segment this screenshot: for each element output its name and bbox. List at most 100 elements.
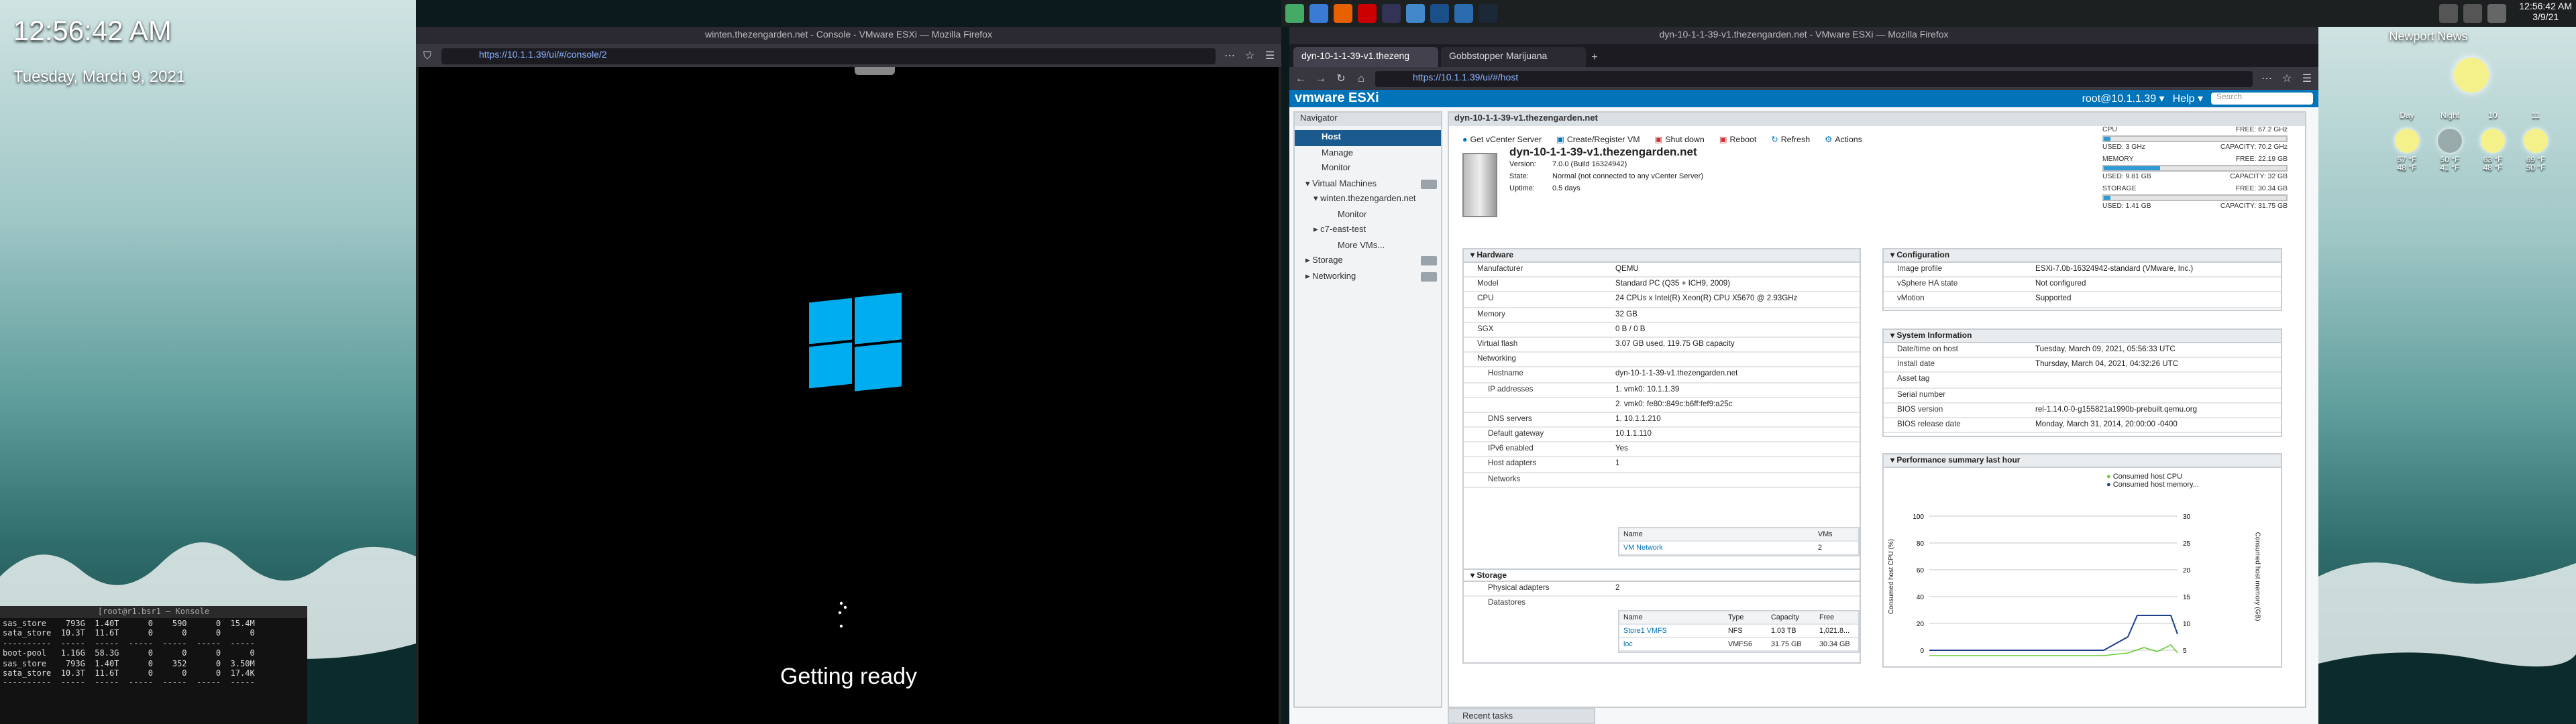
resource-meter: CPU FREE: 67.2 GHz USED: 3 GHz CAPACITY: 70… — [2102, 126, 2288, 152]
tab-gobbstopper[interactable]: Gobbstopper Marijuana — [1441, 47, 1586, 67]
storage-title[interactable]: ▾ Storage — [1464, 568, 1860, 582]
nav-monitor[interactable]: Monitor — [1295, 161, 1441, 176]
resource-free: FREE: 67.2 GHz — [2235, 126, 2288, 134]
bookmark-star-icon[interactable]: ☆ — [1244, 50, 1256, 62]
help-menu[interactable]: Help ▾ — [2173, 93, 2203, 105]
weather-day-label: Night — [2440, 113, 2459, 121]
navigator-panel[interactable]: Navigator Host Manage Monitor ▾ Virtual … — [1293, 111, 1442, 708]
recent-tasks-tab[interactable]: Recent tasks — [1448, 708, 1595, 724]
host-uptime: 0.5 days — [1552, 185, 1580, 193]
row-key: Manufacturer — [1477, 265, 1523, 274]
nav-vm-c7[interactable]: ▸ c7-east-test — [1295, 223, 1441, 238]
console-toolbar-tab[interactable] — [855, 67, 895, 75]
reload-icon[interactable]: ↻ — [1335, 72, 1347, 84]
resource-capacity: CAPACITY: 32 GB — [2230, 173, 2288, 181]
volume-icon[interactable] — [2487, 4, 2506, 23]
app-icon[interactable] — [1406, 4, 1425, 23]
launcher-icon[interactable] — [1285, 4, 1304, 23]
y-tick-left: 80 — [1917, 540, 1925, 548]
nav-storage[interactable]: ▸ Storage — [1295, 253, 1441, 269]
configuration-title[interactable]: ▾ Configuration — [1884, 249, 2281, 263]
console-window-title: winten.thezengarden.net - Console - VMwa… — [416, 27, 1281, 44]
info-row: 2. vmk0: fe80::849c:b6ff:fef9:a25c — [1464, 398, 1860, 413]
weather-main-sun-icon — [2454, 58, 2489, 93]
back-icon[interactable]: ← — [1295, 72, 1307, 84]
perf-legend: ● Consumed host CPU ● Consumed host memo… — [2106, 473, 2199, 489]
reboot-button[interactable]: ▣ Reboot — [1719, 135, 1757, 145]
search-input[interactable]: Search — [2211, 93, 2313, 105]
y-tick-left: 0 — [1920, 648, 1924, 655]
nav-virtual-machines[interactable]: ▾ Virtual Machines — [1295, 176, 1441, 192]
system-info-title[interactable]: ▾ System Information — [1884, 330, 2281, 343]
info-row: Virtual flash 3.07 GB used, 119.75 GB cap… — [1464, 338, 1860, 353]
new-tab-icon[interactable]: + — [1589, 51, 1601, 63]
info-row: Manufacturer QEMU — [1464, 263, 1860, 278]
home-icon[interactable]: ⌂ — [1355, 72, 1367, 84]
weather-day-label: 11 — [2531, 113, 2540, 121]
y-tick-right: 15 — [2183, 594, 2191, 601]
bookmark-star-icon[interactable]: ☆ — [2281, 72, 2293, 84]
weather-lo: 50 °F — [2526, 165, 2546, 173]
row-key: Networking — [1477, 355, 1516, 364]
row-key: DNS servers — [1488, 415, 1532, 424]
host-toolbar: ● Get vCenter Server ▣ Create/Register VM … — [1462, 135, 1862, 145]
weather-sun-icon — [2481, 129, 2505, 153]
nav-networking[interactable]: ▸ Networking — [1295, 269, 1441, 284]
row-key: vMotion — [1897, 295, 1925, 304]
vm-network-link[interactable]: VM Network — [1619, 542, 1814, 554]
row-value: Yes — [1615, 445, 1628, 454]
resource-bar-fill — [2104, 166, 2161, 170]
tray-icon[interactable] — [2463, 4, 2482, 23]
opera-icon[interactable] — [1358, 4, 1377, 23]
actions-button[interactable]: ⚙ Actions — [1825, 135, 1862, 145]
tray-date[interactable]: 3/9/21 — [2519, 13, 2572, 24]
resource-capacity: CAPACITY: 70.2 GHz — [2220, 143, 2288, 152]
weather-day: Day 57 °F 48 °F — [2391, 113, 2423, 173]
refresh-button[interactable]: ↻ Refresh — [1771, 135, 1810, 145]
firefox-icon[interactable] — [1334, 4, 1352, 23]
nav-manage[interactable]: Manage — [1295, 145, 1441, 161]
console-url-field[interactable]: https://10.1.1.39/ui/#/console/2 — [441, 48, 1216, 64]
menu-icon[interactable]: ☰ — [2301, 72, 2313, 84]
resource-meter: STORAGE FREE: 30.34 GB USED: 1.41 GB CAPACI… — [2102, 185, 2288, 210]
row-key: Virtual flash — [1477, 340, 1518, 349]
performance-title[interactable]: ▾ Performance summary last hour — [1884, 455, 2281, 468]
app-icon[interactable] — [1382, 4, 1401, 23]
nav-more-vms[interactable]: More VMs... — [1295, 238, 1441, 253]
row-value: ESXi-7.0b-16324942-standard (VMware, Inc… — [2035, 265, 2194, 274]
app-icon[interactable] — [1430, 4, 1449, 23]
hardware-title[interactable]: ▾ Hardware — [1464, 249, 1860, 263]
konsole-window[interactable]: [root@r1.bsr1 — Konsole sas_store 793G 1… — [0, 606, 307, 724]
datastore-link[interactable]: loc — [1619, 638, 1724, 650]
shutdown-button[interactable]: ▣ Shut down — [1655, 135, 1705, 145]
files-icon[interactable] — [1309, 4, 1328, 23]
nav-host[interactable]: Host — [1295, 130, 1441, 145]
tab-esxi[interactable]: dyn-10-1-1-39-v1.thezeng — [1293, 47, 1438, 67]
user-menu[interactable]: root@10.1.1.39 ▾ — [2082, 93, 2165, 105]
esxi-url-field[interactable]: https://10.1.1.39/ui/#/host — [1375, 70, 2253, 86]
create-vm-button[interactable]: ▣ Create/Register VM — [1556, 135, 1640, 145]
more-icon[interactable]: ⋯ — [1224, 50, 1236, 62]
steam-icon[interactable] — [1479, 4, 1497, 23]
nav-vm-monitor[interactable]: Monitor — [1295, 207, 1441, 223]
host-name: dyn-10-1-1-39-v1.thezengarden.net — [1509, 145, 1697, 158]
esxi-browser-window[interactable]: dyn-10-1-1-39-v1.thezengarden.net - VMwa… — [1289, 27, 2318, 724]
tray-clock[interactable]: 12:56:42 AM — [2519, 3, 2572, 13]
get-vcenter-button[interactable]: ● Get vCenter Server — [1462, 135, 1542, 145]
forward-icon[interactable]: → — [1315, 72, 1327, 84]
vm-console-screen[interactable]: Getting ready — [419, 67, 1279, 724]
more-icon[interactable]: ⋯ — [2261, 72, 2273, 84]
datastore-link[interactable]: Store1 VMFS — [1619, 625, 1724, 637]
resource-header: MEMORY FREE: 22.19 GB — [2102, 156, 2288, 164]
app-icon[interactable] — [1454, 4, 1473, 23]
row-key: Hostname — [1488, 370, 1523, 379]
info-row: Networks — [1464, 473, 1860, 488]
y-tick-right: 30 — [2183, 514, 2191, 521]
konsole-output[interactable]: sas_store 793G 1.40T 0 590 0 15.4M sata_… — [0, 618, 307, 690]
menu-icon[interactable]: ☰ — [1264, 50, 1276, 62]
kde-panel[interactable]: 12:56:42 AM 3/9/21 — [1281, 0, 2576, 27]
shield-icon[interactable]: ⛉ — [421, 50, 433, 62]
nav-vm-winten[interactable]: ▾ winten.thezengarden.net — [1295, 192, 1441, 207]
console-browser-window[interactable]: winten.thezengarden.net - Console - VMwa… — [416, 27, 1281, 724]
tray-icon[interactable] — [2438, 4, 2458, 23]
